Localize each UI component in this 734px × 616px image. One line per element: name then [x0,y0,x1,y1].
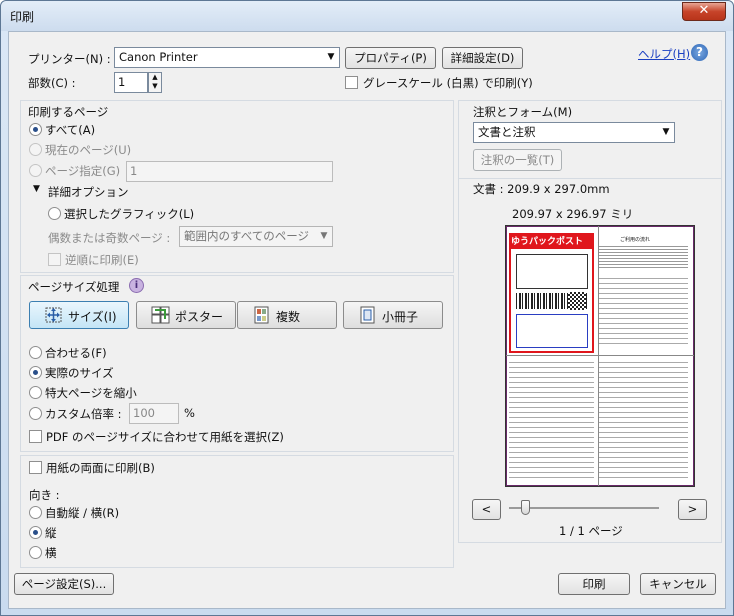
preview-logo: ゆうパックポスト [511,235,592,249]
properties-button[interactable]: プロパティ(P) [345,47,436,69]
dialog-body: プリンター(N) : Canon Printer ▼ プロパティ(P) 詳細設定… [8,31,726,609]
multiple-toggle-button[interactable]: 複数 [237,301,337,329]
choose-paper-label: PDF のページサイズに合わせて用紙を選択(Z) [46,430,284,444]
multiple-toggle-label: 複数 [276,310,301,324]
reverse-label: 逆順に印刷(E) [65,253,139,267]
advanced-button[interactable]: 詳細設定(D) [442,47,523,69]
poster-toggle-button[interactable]: ポスター [136,301,236,329]
comments-select[interactable]: 文書と注釈 ▼ [473,122,675,143]
radio-portrait[interactable] [29,526,42,539]
radio-auto-orientation[interactable] [29,506,42,519]
multiple-pages-icon [254,306,269,324]
expand-triangle-icon[interactable]: ▼ [33,184,40,194]
radio-portrait-label: 縦 [45,526,57,540]
cancel-button[interactable]: キャンセル [640,573,716,595]
radio-all[interactable] [29,123,42,136]
odd-even-select[interactable]: 範囲内のすべてのページ ▼ [179,226,333,247]
booklet-icon [360,306,375,324]
booklet-toggle-button[interactable]: 小冊子 [343,301,443,329]
help-icon[interactable]: ? [691,44,708,61]
window-title: 印刷 [10,10,35,24]
radio-shrink-label: 特大ページを縮小 [45,386,137,400]
radio-actual-size[interactable] [29,366,42,379]
radio-selected-graphics[interactable] [48,207,61,220]
paper-size-label: 209.97 x 296.97 ミリ [512,207,634,221]
comments-selected: 文書と注釈 [478,125,536,139]
radio-auto-orientation-label: 自動縦 / 横(R) [45,506,120,520]
page-setup-button[interactable]: ページ設定(S)... [14,573,114,595]
page-scrubber-thumb[interactable] [521,500,530,515]
grayscale-checkbox[interactable] [345,76,358,89]
radio-range[interactable] [29,164,42,177]
radio-landscape-label: 横 [45,546,57,560]
both-sides-checkbox[interactable] [29,461,42,474]
radio-shrink[interactable] [29,386,42,399]
help-link[interactable]: ヘルプ(H) [638,46,690,62]
printer-select[interactable]: Canon Printer ▼ [114,47,340,68]
orientation-label: 向き : [29,488,60,502]
copies-input[interactable]: 1 [114,72,148,93]
radio-fit-label: 合わせる(F) [45,346,107,360]
grayscale-label: グレースケール (白黒) で印刷(Y) [363,76,533,90]
odd-even-value: 範囲内のすべてのページ [184,229,310,243]
reverse-checkbox[interactable] [48,253,61,266]
pages-group-title: 印刷するページ [28,105,109,119]
sizing-group-title: ページサイズ処理 [28,280,120,294]
radio-all-label: すべて(A) [45,123,96,137]
page-scrubber-track[interactable] [509,507,659,509]
radio-current-label: 現在のページ(U) [45,143,132,157]
more-options-toggle[interactable]: 詳細オプション [48,184,129,200]
size-toggle-label: サイズ(I) [68,310,117,324]
next-page-button[interactable]: > [678,499,707,520]
radio-landscape[interactable] [29,546,42,559]
preview-heading: ご利用の流れ [620,237,651,243]
booklet-toggle-label: 小冊子 [382,310,419,324]
poster-toggle-label: ポスター [175,310,224,324]
radio-custom-scale-label: カスタム倍率 : [45,407,122,421]
title-bar[interactable]: 印刷 ✕ [1,1,733,31]
comments-group-title: 注釈とフォーム(M) [473,105,573,119]
chevron-down-icon: ▼ [320,231,328,241]
copies-spinner[interactable]: ▲ ▼ [148,72,162,93]
radio-actual-size-label: 実際のサイズ [45,366,114,380]
both-sides-label: 用紙の両面に印刷(B) [46,461,155,475]
print-button[interactable]: 印刷 [558,573,630,595]
page-indicator: 1 / 1 ページ [559,524,623,538]
percent-sign: % [184,406,195,420]
copies-label: 部数(C) : [28,76,76,90]
resize-arrows-icon [45,307,62,323]
radio-fit[interactable] [29,346,42,359]
size-toggle-button[interactable]: サイズ(I) [29,301,129,329]
doc-size-label: 文書 : 209.9 x 297.0mm [473,182,610,196]
info-icon[interactable]: i [129,278,144,293]
custom-scale-input[interactable]: 100 [129,403,179,424]
radio-range-label: ページ指定(G) [45,164,121,178]
page-range-input[interactable]: 1 [126,161,333,182]
printer-selected: Canon Printer [119,50,198,64]
chevron-down-icon: ▼ [327,52,335,62]
poster-icon [151,306,170,324]
chevron-down-icon: ▼ [662,127,670,137]
radio-custom-scale[interactable] [29,407,42,420]
radio-selected-graphics-label: 選択したグラフィック(L) [64,207,195,221]
printer-label: プリンター(N) : [28,52,111,66]
odd-even-label: 偶数または奇数ページ : [48,231,171,245]
choose-paper-checkbox[interactable] [29,430,42,443]
radio-current[interactable] [29,143,42,156]
prev-page-button[interactable]: < [472,499,501,520]
summarize-comments-button[interactable]: 注釈の一覧(T) [473,149,562,171]
print-dialog: 印刷 ✕ プリンター(N) : Canon Printer ▼ プロパティ(P)… [0,0,734,616]
preview-page: ゆうパックポスト ご利用の流れ [505,225,695,487]
close-button[interactable]: ✕ [682,2,726,21]
